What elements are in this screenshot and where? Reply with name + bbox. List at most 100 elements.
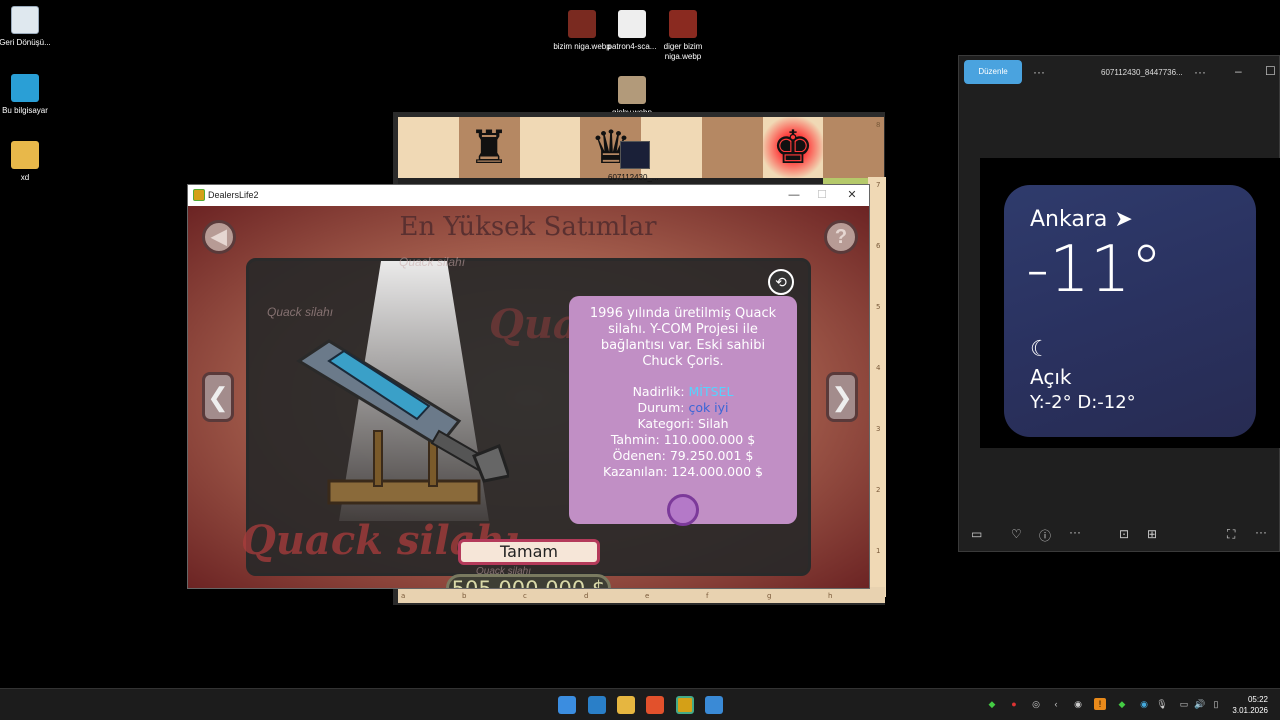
- fullscreen-icon[interactable]: ⛶: [1227, 527, 1235, 542]
- battery-icon[interactable]: ▯: [1210, 698, 1222, 710]
- clock-date: 3.01.2026: [1232, 706, 1268, 715]
- chess-square[interactable]: [641, 117, 702, 178]
- prev-item-button[interactable]: ❮: [202, 372, 234, 422]
- file-label: h: [828, 592, 833, 600]
- back-button[interactable]: ◀: [202, 220, 236, 254]
- image-thumbnail-icon: [618, 76, 646, 104]
- filmstrip-icon[interactable]: ▭: [971, 527, 982, 541]
- tray-icon[interactable]: ◆: [1116, 698, 1128, 710]
- file-label: a: [401, 592, 406, 600]
- info-icon[interactable]: ⓘ: [1039, 527, 1051, 544]
- more-options-icon[interactable]: ···: [1194, 65, 1206, 79]
- rank-label: 1: [876, 547, 881, 555]
- steam-icon[interactable]: ◎: [1030, 698, 1042, 710]
- overlay-thumbnail[interactable]: [620, 141, 650, 169]
- desktop-icon-xd-folder[interactable]: xd: [0, 141, 55, 183]
- chess-square[interactable]: [519, 117, 581, 178]
- more-options-icon[interactable]: ···: [1069, 525, 1081, 539]
- image-thumbnail-icon: [669, 10, 697, 38]
- network-icon[interactable]: ▭: [1178, 698, 1190, 710]
- rank-label: 2: [876, 486, 881, 494]
- chess-board-bottom-row: [398, 587, 885, 603]
- fit-icon[interactable]: ⊞: [1147, 527, 1157, 541]
- photos-icon[interactable]: [588, 696, 606, 714]
- rarity-label: Nadirlik:: [632, 384, 685, 399]
- app-icon[interactable]: [705, 696, 723, 714]
- rank-label: 8: [876, 121, 881, 129]
- ghost-subtitle: Quack silahı: [399, 255, 466, 269]
- file-label: e: [645, 592, 650, 600]
- dealerslife-app-icon[interactable]: [676, 696, 694, 714]
- zoom-icon[interactable]: ⊡: [1119, 527, 1129, 541]
- desktop-icon-label: Bu bilgisayar: [2, 106, 48, 115]
- condition-label: Durum:: [637, 400, 685, 415]
- file-label: f: [706, 592, 709, 600]
- game-window[interactable]: DealersLife2 — ☐ ✕ En Yüksek Satımlar ◀ …: [187, 184, 870, 589]
- chess-square[interactable]: [823, 117, 884, 178]
- heart-icon[interactable]: ♡: [1011, 527, 1022, 541]
- ok-button[interactable]: Tamam: [458, 539, 600, 565]
- help-icon: ?: [834, 226, 848, 248]
- tray-icon[interactable]: ◆: [986, 698, 998, 710]
- moon-icon: ☾: [1030, 337, 1050, 362]
- weather-temperature: -11°: [1026, 233, 1163, 307]
- image-thumbnail-icon: [568, 10, 596, 38]
- black-king-icon[interactable]: ♚: [763, 117, 823, 177]
- file-explorer-icon[interactable]: [617, 696, 635, 714]
- chess-board-right-column: [868, 177, 886, 597]
- chevron-left-icon: ❮: [207, 382, 229, 412]
- minimize-icon[interactable]: –: [1235, 64, 1242, 78]
- chess-square[interactable]: [701, 117, 763, 178]
- file-label: g: [767, 592, 772, 600]
- chevron-icon[interactable]: ‹: [1050, 698, 1062, 710]
- overlay-thumbnail-label: 607112430_...: [608, 173, 659, 182]
- game-content[interactable]: En Yüksek Satımlar ◀ ? ❮ ❯ Quack silahı …: [188, 206, 869, 588]
- tray-icon[interactable]: ◉: [1072, 698, 1084, 710]
- help-button[interactable]: ?: [824, 220, 858, 254]
- weather-range: Y:-2° D:-12°: [1030, 392, 1136, 413]
- item-info-box: 1996 yılında üretilmiş Quack silahı. Y-C…: [569, 296, 797, 526]
- maximize-icon[interactable]: ☐: [1265, 64, 1276, 78]
- clock-time: 05:22: [1247, 695, 1268, 704]
- desktop-icon-diger-bizim-niga[interactable]: diger bizim niga.webp: [653, 10, 713, 62]
- brave-browser-icon[interactable]: [646, 696, 664, 714]
- share-button[interactable]: ⟲: [768, 269, 794, 295]
- more-options-icon[interactable]: ···: [1033, 65, 1045, 79]
- rarity-row: Nadirlik: MİTSEL: [569, 384, 797, 400]
- file-label: b: [462, 592, 467, 600]
- estimate-row: Tahmin: 110.000.000 $: [610, 432, 756, 447]
- viewer-bottom-bar[interactable]: ▭ ♡ ⓘ ··· ⊡ ⊞ ⛶ ···: [959, 519, 1279, 551]
- edit-button[interactable]: Düzenle: [964, 60, 1022, 84]
- file-label: c: [523, 592, 527, 600]
- more-options-icon[interactable]: ···: [1255, 525, 1267, 539]
- weather-city: Ankara: [1030, 207, 1108, 232]
- viewer-toolbar[interactable]: Düzenle ··· 607112430_8447736... ··· – ☐: [959, 56, 1279, 90]
- app-icon: [193, 189, 205, 201]
- desktop-icon-recycle-bin[interactable]: Geri Dönüşü...: [0, 6, 55, 48]
- item-description: 1996 yılında üretilmiş Quack silahı. Y-C…: [589, 306, 777, 369]
- chess-square[interactable]: [398, 117, 459, 178]
- tray-icon[interactable]: !: [1094, 698, 1106, 710]
- volume-icon[interactable]: 🔊: [1194, 698, 1206, 710]
- ghost-left-label: Quack silahı: [267, 305, 334, 319]
- next-item-button[interactable]: ❯: [826, 372, 858, 422]
- clock[interactable]: 05:22 3.01.2026: [1232, 694, 1268, 716]
- rank-label: 7: [876, 181, 881, 189]
- maximize-button[interactable]: ☐: [809, 187, 835, 203]
- tray-icon[interactable]: ●: [1008, 698, 1020, 710]
- taskbar[interactable]: ◆ ● ◎ ‹ ◉ ! ◆ ◉ 🎙 ▭ 🔊 ▯ 05:22 3.01.2026: [0, 688, 1280, 720]
- start-icon[interactable]: [558, 696, 576, 714]
- black-rook-icon[interactable]: ♜: [459, 117, 519, 177]
- close-button[interactable]: ✕: [839, 187, 865, 203]
- rank-label: 5: [876, 303, 881, 311]
- microphone-icon[interactable]: 🎙: [1156, 698, 1168, 710]
- headline: En Yüksek Satımlar: [399, 212, 657, 242]
- game-window-titlebar[interactable]: DealersLife2 — ☐ ✕: [188, 185, 869, 206]
- desktop-icon-label: Geri Dönüşü...: [0, 38, 51, 47]
- rank-label: 3: [876, 425, 881, 433]
- minimize-button[interactable]: —: [781, 187, 807, 203]
- photo-viewer-window[interactable]: Düzenle ··· 607112430_8447736... ··· – ☐…: [958, 55, 1280, 552]
- desktop-icon-this-pc[interactable]: Bu bilgisayar: [0, 74, 55, 116]
- tray-icon[interactable]: ◉: [1138, 698, 1150, 710]
- chevron-right-icon: ❯: [831, 382, 853, 412]
